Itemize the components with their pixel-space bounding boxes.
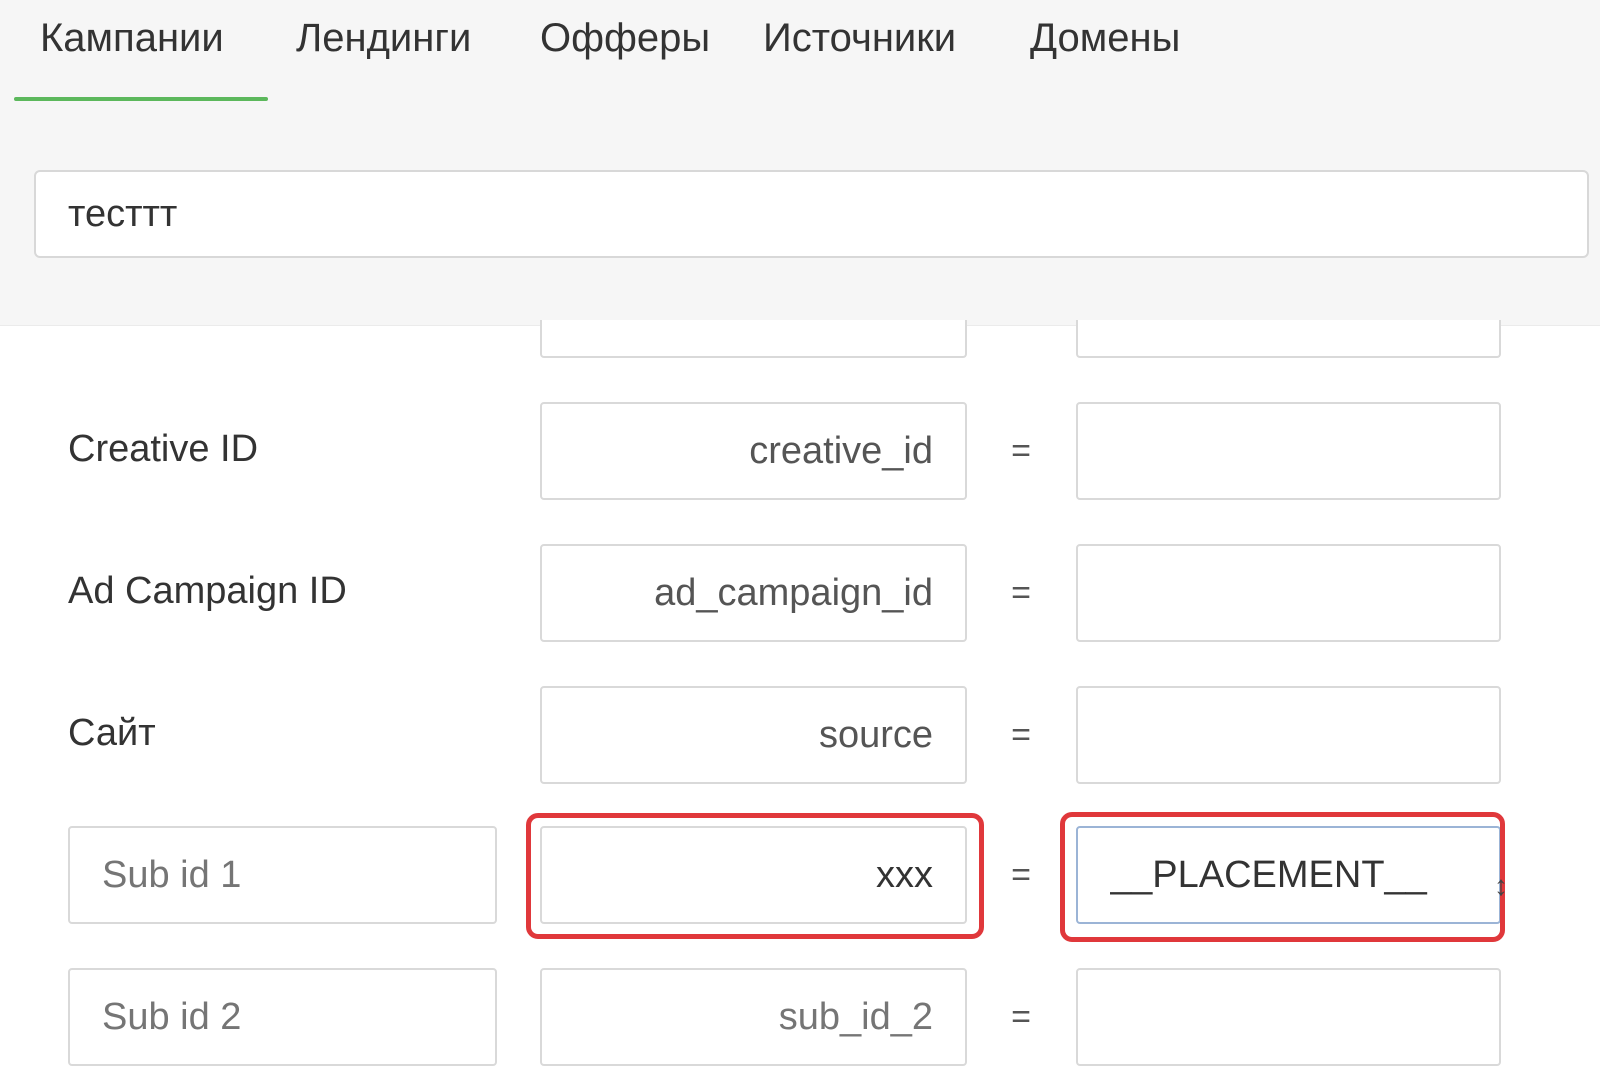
site-param-field[interactable] — [540, 686, 967, 784]
creative-id-param-field[interactable] — [540, 402, 967, 500]
site-label: Сайт — [68, 712, 156, 754]
search-input[interactable] — [34, 170, 1589, 258]
equals-sign: = — [1011, 574, 1031, 612]
ad-campaign-id-param-field[interactable] — [540, 544, 967, 642]
value-field-previous[interactable] — [1076, 320, 1501, 358]
sub-id-2-param-field[interactable] — [540, 968, 967, 1066]
ad-campaign-id-value-field[interactable] — [1076, 544, 1501, 642]
tab-sources[interactable]: Источники — [763, 0, 956, 100]
active-tab-indicator — [14, 97, 268, 101]
tab-offers[interactable]: Офферы — [540, 0, 710, 100]
tab-bar: Кампании Лендинги Офферы Источники Домен… — [0, 0, 1600, 102]
sub-id-2-value-field[interactable] — [1076, 968, 1501, 1066]
tracker-settings-page: Кампании Лендинги Офферы Источники Домен… — [0, 0, 1600, 1081]
ad-campaign-id-label: Ad Campaign ID — [68, 570, 347, 612]
creative-id-label: Creative ID — [68, 428, 259, 470]
creative-id-value-field[interactable] — [1076, 402, 1501, 500]
site-value-field[interactable] — [1076, 686, 1501, 784]
equals-sign: = — [1011, 716, 1031, 754]
equals-sign: = — [1011, 432, 1031, 470]
tab-landings[interactable]: Лендинги — [296, 0, 471, 100]
tab-domains[interactable]: Домены — [1030, 0, 1180, 100]
sub-id-1-param-field[interactable] — [540, 826, 967, 924]
header-panel: Кампании Лендинги Офферы Источники Домен… — [0, 0, 1600, 326]
tab-campaigns[interactable]: Кампании — [40, 0, 224, 100]
sub-id-1-name-field[interactable] — [68, 826, 497, 924]
sub-id-2-name-field[interactable] — [68, 968, 497, 1066]
equals-sign: = — [1011, 998, 1031, 1036]
param-field-previous[interactable] — [540, 320, 967, 358]
equals-sign: = — [1011, 856, 1031, 894]
resize-handle-icon[interactable]: ↕ — [1494, 872, 1508, 900]
sub-id-1-value-field[interactable] — [1076, 826, 1501, 924]
